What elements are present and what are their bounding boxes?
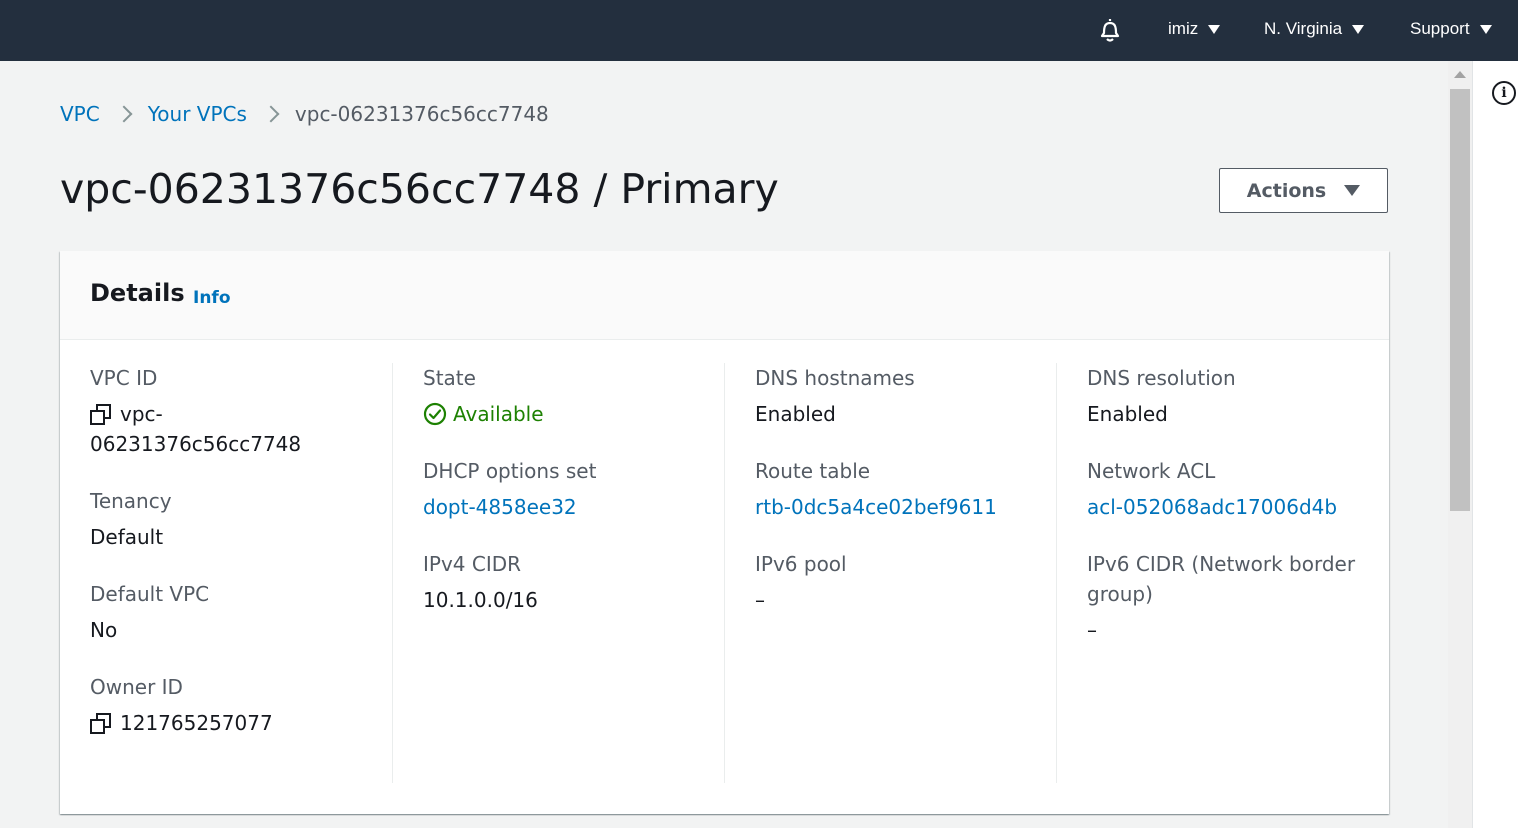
- tenancy-value: Default: [90, 525, 164, 549]
- bell-icon[interactable]: [1096, 16, 1124, 44]
- user-menu-label: imiz: [1168, 19, 1199, 38]
- field-label: Route table: [755, 459, 871, 483]
- ipv6-cidr-value: –: [1087, 618, 1097, 642]
- dns-resolution-value: Enabled: [1087, 402, 1168, 426]
- ipv4-cidr-value: 10.1.0.0/16: [423, 588, 538, 612]
- user-menu[interactable]: imiz: [1168, 19, 1221, 39]
- field-label: VPC ID: [90, 366, 158, 390]
- field-owner-id: Owner ID 121765257077: [90, 672, 392, 738]
- field-state: State Available: [423, 363, 724, 429]
- details-panel: Details Info VPC ID vpc- 06231376c56cc77…: [60, 251, 1389, 814]
- field-label: IPv6 CIDR (Network border group): [1087, 552, 1356, 606]
- scrollbar-thumb[interactable]: [1450, 89, 1470, 511]
- field-label: DNS hostnames: [755, 366, 915, 390]
- field-dhcp-options: DHCP options set dopt-4858ee32: [423, 456, 724, 522]
- top-navigation: imiz N. Virginia Support: [0, 0, 1518, 61]
- caret-down-icon: [1352, 24, 1365, 34]
- actions-button-label: Actions: [1246, 179, 1327, 202]
- check-circle-icon: [423, 402, 447, 426]
- network-acl-link[interactable]: acl-052068adc17006d4b: [1087, 492, 1367, 522]
- copy-icon[interactable]: [90, 404, 112, 426]
- field-ipv6-cidr: IPv6 CIDR (Network border group) –: [1087, 549, 1367, 645]
- actions-button[interactable]: Actions: [1219, 168, 1388, 213]
- default-vpc-value: No: [90, 618, 118, 642]
- details-info-link[interactable]: Info: [193, 288, 231, 308]
- field-label: Network ACL: [1087, 459, 1216, 483]
- page-title: vpc-06231376c56cc7748 / Primary: [60, 165, 779, 213]
- details-column-4: DNS resolution Enabled Network ACL acl-0…: [1087, 363, 1367, 783]
- details-column-1: VPC ID vpc- 06231376c56cc7748 Tenancy De…: [90, 363, 393, 783]
- route-table-link[interactable]: rtb-0dc5a4ce02bef9611: [755, 492, 1056, 522]
- details-title: Details: [90, 279, 185, 307]
- details-column-3: DNS hostnames Enabled Route table rtb-0d…: [755, 363, 1057, 783]
- field-label: DHCP options set: [423, 459, 597, 483]
- state-value: Available: [453, 402, 544, 426]
- field-default-vpc: Default VPC No: [90, 579, 392, 645]
- vpc-id-value-line1: vpc-: [120, 402, 163, 426]
- field-route-table: Route table rtb-0dc5a4ce02bef9611: [755, 456, 1056, 522]
- caret-down-icon: [1208, 24, 1221, 34]
- support-menu-label: Support: [1410, 19, 1470, 38]
- field-label: IPv6 pool: [755, 552, 847, 576]
- field-dns-resolution: DNS resolution Enabled: [1087, 363, 1367, 429]
- caret-down-icon: [1344, 185, 1361, 196]
- field-vpc-id: VPC ID vpc- 06231376c56cc7748: [90, 363, 392, 459]
- region-menu[interactable]: N. Virginia: [1264, 19, 1365, 39]
- details-panel-header: Details Info: [60, 251, 1389, 340]
- field-label: Owner ID: [90, 675, 183, 699]
- details-column-2: State Available DHCP options set dopt-48…: [423, 363, 725, 783]
- field-label: Default VPC: [90, 582, 210, 606]
- chevron-right-icon: [262, 105, 280, 123]
- dhcp-options-link[interactable]: dopt-4858ee32: [423, 492, 724, 522]
- breadcrumb-vpc[interactable]: VPC: [60, 102, 100, 126]
- field-ipv4-cidr: IPv4 CIDR 10.1.0.0/16: [423, 549, 724, 615]
- breadcrumb: VPC Your VPCs vpc-06231376c56cc7748: [60, 102, 549, 126]
- field-label: IPv4 CIDR: [423, 552, 522, 576]
- help-panel-rail: i: [1472, 61, 1518, 828]
- vertical-scrollbar[interactable]: [1448, 61, 1472, 828]
- field-label: Tenancy: [90, 489, 172, 513]
- support-menu[interactable]: Support: [1410, 19, 1492, 39]
- field-label: State: [423, 366, 476, 390]
- vpc-id-value-line2: 06231376c56cc7748: [90, 432, 302, 456]
- owner-id-value: 121765257077: [120, 711, 273, 735]
- scroll-up-arrow-icon[interactable]: [1454, 71, 1466, 78]
- chevron-right-icon: [115, 105, 133, 123]
- copy-icon[interactable]: [90, 713, 112, 735]
- field-network-acl: Network ACL acl-052068adc17006d4b: [1087, 456, 1367, 522]
- breadcrumb-current: vpc-06231376c56cc7748: [294, 102, 549, 126]
- field-ipv6-pool: IPv6 pool –: [755, 549, 1056, 615]
- ipv6-pool-value: –: [755, 588, 765, 612]
- breadcrumb-your-vpcs[interactable]: Your VPCs: [148, 102, 247, 126]
- field-tenancy: Tenancy Default: [90, 486, 392, 552]
- info-circle-icon[interactable]: i: [1492, 81, 1516, 105]
- dns-hostnames-value: Enabled: [755, 402, 836, 426]
- field-dns-hostnames: DNS hostnames Enabled: [755, 363, 1056, 429]
- region-menu-label: N. Virginia: [1264, 19, 1343, 38]
- caret-down-icon: [1479, 24, 1492, 34]
- field-label: DNS resolution: [1087, 366, 1236, 390]
